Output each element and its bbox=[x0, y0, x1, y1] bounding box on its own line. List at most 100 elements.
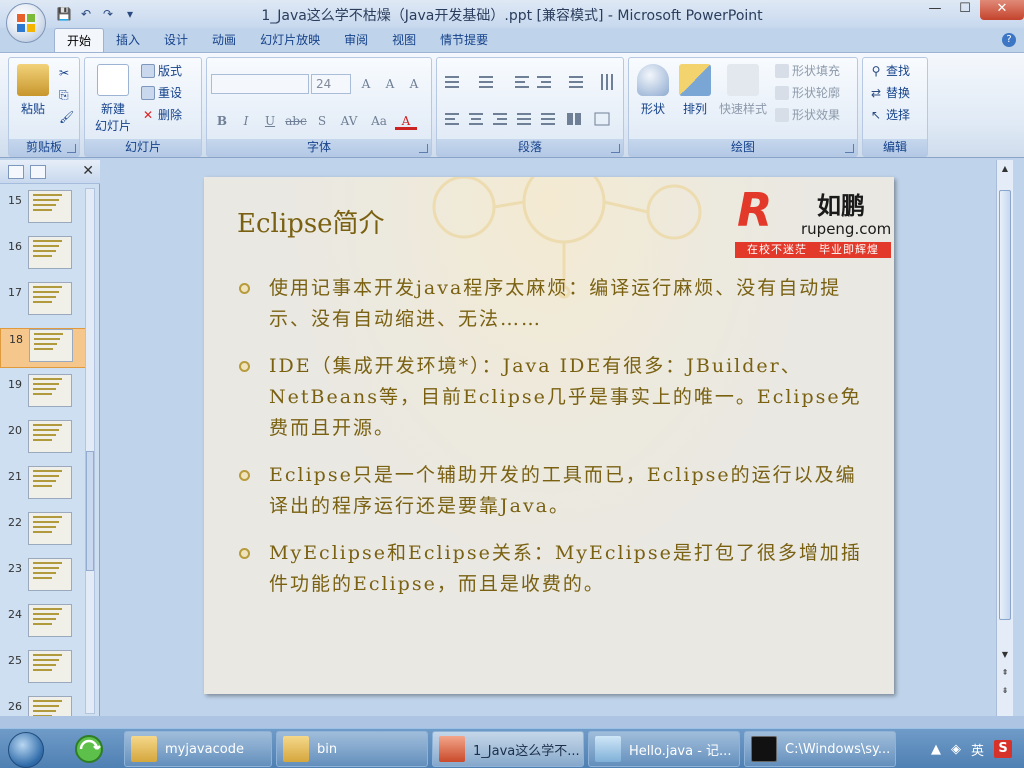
next-slide-icon[interactable]: ⇟ bbox=[999, 686, 1011, 698]
thumbnail-text-line bbox=[33, 659, 60, 661]
tab-slides-thumbnails[interactable] bbox=[8, 165, 24, 179]
font-name-combo[interactable] bbox=[211, 74, 309, 94]
paste-button[interactable]: 粘贴 bbox=[13, 64, 53, 117]
bold-button[interactable]: B bbox=[211, 112, 233, 130]
thumbnail-text-line bbox=[33, 572, 56, 574]
previous-slide-icon[interactable]: ⇞ bbox=[999, 668, 1011, 680]
dialog-launcher-icon[interactable] bbox=[419, 144, 428, 153]
shape-outline-button[interactable]: 形状轮廓 bbox=[775, 84, 840, 102]
dialog-launcher-icon[interactable] bbox=[611, 144, 620, 153]
taskbar-item-notepad[interactable]: Hello.java - 记... bbox=[588, 731, 740, 767]
slide-number: 16 bbox=[8, 240, 22, 253]
reset-button[interactable]: 重设 bbox=[141, 84, 182, 102]
slides-pane-scrollbar[interactable] bbox=[85, 188, 95, 714]
thumbnail-text-line bbox=[33, 618, 56, 620]
slide-thumbnail[interactable]: 17 bbox=[0, 282, 86, 322]
tab-design[interactable]: 设计 bbox=[152, 28, 200, 52]
taskbar-item-powerpoint[interactable]: 1_Java这么学不... bbox=[432, 731, 584, 767]
quick-styles-button[interactable]: 快速样式 bbox=[717, 64, 769, 117]
change-case-button[interactable]: Aa bbox=[365, 112, 393, 130]
slide-thumbnail[interactable]: 18 bbox=[0, 328, 86, 368]
dialog-launcher-icon[interactable] bbox=[67, 144, 76, 153]
maximize-button[interactable]: ☐ bbox=[950, 0, 980, 20]
shape-fill-button[interactable]: 形状填充 bbox=[775, 62, 840, 80]
underline-button[interactable]: U bbox=[259, 112, 281, 130]
start-button[interactable] bbox=[8, 732, 44, 768]
slide-thumbnail[interactable]: 25 bbox=[0, 650, 86, 690]
copy-icon: ⎘ bbox=[59, 88, 69, 102]
align-buttons-icon[interactable] bbox=[443, 110, 619, 130]
tab-home[interactable]: 开始 bbox=[54, 28, 105, 52]
slide-thumbnail[interactable]: 19 bbox=[0, 374, 86, 414]
dialog-launcher-icon[interactable] bbox=[845, 144, 854, 153]
tab-animations[interactable]: 动画 bbox=[200, 28, 248, 52]
current-slide[interactable]: Eclipse简介 R 如鹏 rupeng.com 在校不迷茫 毕业即辉煌 使用… bbox=[204, 177, 894, 694]
grow-font-icon[interactable]: A bbox=[355, 75, 377, 93]
bullet-item: Eclipse只是一个辅助开发的工具而已，Eclipse的运行以及编译出的程序运… bbox=[237, 460, 862, 522]
clear-format-icon[interactable]: A bbox=[403, 75, 425, 93]
arrange-icon bbox=[679, 64, 711, 96]
delete-slide-button[interactable]: ✕ 删除 bbox=[141, 106, 182, 124]
scrollbar-thumb[interactable] bbox=[86, 451, 94, 571]
strikethrough-button[interactable]: abc bbox=[283, 112, 309, 130]
slide-thumbnail[interactable]: 20 bbox=[0, 420, 86, 460]
list-buttons-icon[interactable] bbox=[443, 72, 619, 92]
slide-thumbnail[interactable]: 21 bbox=[0, 466, 86, 506]
shape-effects-button[interactable]: 形状效果 bbox=[775, 106, 840, 124]
cut-button[interactable]: ✂ bbox=[59, 64, 69, 82]
help-icon[interactable]: ? bbox=[1002, 33, 1016, 47]
thumbnail-text-line bbox=[33, 608, 63, 610]
shapes-button[interactable]: 形状 bbox=[633, 64, 673, 117]
group-label-editing: 编辑 bbox=[863, 139, 927, 156]
office-button[interactable] bbox=[6, 3, 46, 43]
shrink-font-icon[interactable]: A bbox=[379, 75, 401, 93]
tab-review[interactable]: 审阅 bbox=[332, 28, 380, 52]
slide-title: Eclipse简介 bbox=[237, 209, 385, 239]
browser-icon[interactable] bbox=[72, 733, 106, 765]
ime-icon[interactable]: S bbox=[994, 740, 1012, 758]
replace-button[interactable]: ⇄ 替换 bbox=[869, 84, 910, 102]
char-spacing-button[interactable]: AV bbox=[335, 112, 363, 130]
tab-outline[interactable] bbox=[30, 165, 46, 179]
thumbnail-text-line bbox=[33, 664, 56, 666]
network-icon[interactable]: ◈ bbox=[951, 742, 961, 757]
group-font: 24 A A A B I U abc S AV Aa A 字体 bbox=[206, 57, 432, 157]
main-vertical-scrollbar[interactable]: ▲ ▼ ⇞ ⇟ bbox=[996, 160, 1013, 716]
close-pane-icon[interactable]: ✕ bbox=[82, 163, 94, 179]
tab-view[interactable]: 视图 bbox=[380, 28, 428, 52]
close-button[interactable]: ✕ bbox=[980, 0, 1024, 20]
new-slide-button[interactable]: 新建 幻灯片 bbox=[89, 64, 137, 134]
quick-styles-icon bbox=[727, 64, 759, 96]
select-button[interactable]: ↖ 选择 bbox=[869, 106, 910, 124]
tab-insert[interactable]: 插入 bbox=[104, 28, 152, 52]
shadow-button[interactable]: S bbox=[311, 112, 333, 130]
font-color-button[interactable]: A bbox=[395, 112, 417, 130]
italic-button[interactable]: I bbox=[235, 112, 257, 130]
slide-thumbnail[interactable]: 16 bbox=[0, 236, 86, 276]
find-button[interactable]: ⚲ 查找 bbox=[869, 62, 910, 80]
layout-button[interactable]: 版式 bbox=[141, 62, 182, 80]
copy-button[interactable]: ⎘ bbox=[59, 86, 69, 104]
language-indicator[interactable]: 英 bbox=[971, 740, 984, 759]
slide-thumbnail[interactable]: 24 bbox=[0, 604, 86, 644]
scroll-up-icon[interactable]: ▲ bbox=[999, 164, 1011, 176]
tab-slideshow[interactable]: 幻灯片放映 bbox=[248, 28, 332, 52]
taskbar-item-bin[interactable]: bin bbox=[276, 731, 428, 767]
font-size-combo[interactable]: 24 bbox=[311, 74, 351, 94]
taskbar-item-myjavacode[interactable]: myjavacode bbox=[124, 731, 272, 767]
arrange-button[interactable]: 排列 bbox=[675, 64, 715, 117]
tab-storyboard[interactable]: 情节提要 bbox=[428, 28, 500, 52]
scroll-down-icon[interactable]: ▼ bbox=[999, 650, 1011, 662]
slide-thumbnail[interactable]: 15 bbox=[0, 190, 86, 230]
group-clipboard: 粘贴 ✂ ⎘ 🖌 剪贴板 bbox=[8, 57, 80, 157]
show-hidden-icons-icon[interactable]: ▲ bbox=[931, 742, 941, 757]
window-title: 1_Java这么学不枯燥（Java开发基础）.ppt [兼容模式] - Micr… bbox=[261, 8, 763, 24]
scrollbar-thumb[interactable] bbox=[999, 190, 1011, 620]
taskbar-item-cmd[interactable]: C:\Windows\sy... bbox=[744, 731, 896, 767]
slide-thumbnail[interactable]: 23 bbox=[0, 558, 86, 598]
scissors-icon: ✂ bbox=[59, 66, 70, 80]
bullet-list: 使用记事本开发java程序太麻烦：编译运行麻烦、没有自动提示、没有自动缩进、无法… bbox=[237, 273, 862, 616]
format-painter-button[interactable]: 🖌 bbox=[59, 108, 74, 126]
minimize-button[interactable]: — bbox=[920, 0, 950, 20]
slide-thumbnail[interactable]: 22 bbox=[0, 512, 86, 552]
